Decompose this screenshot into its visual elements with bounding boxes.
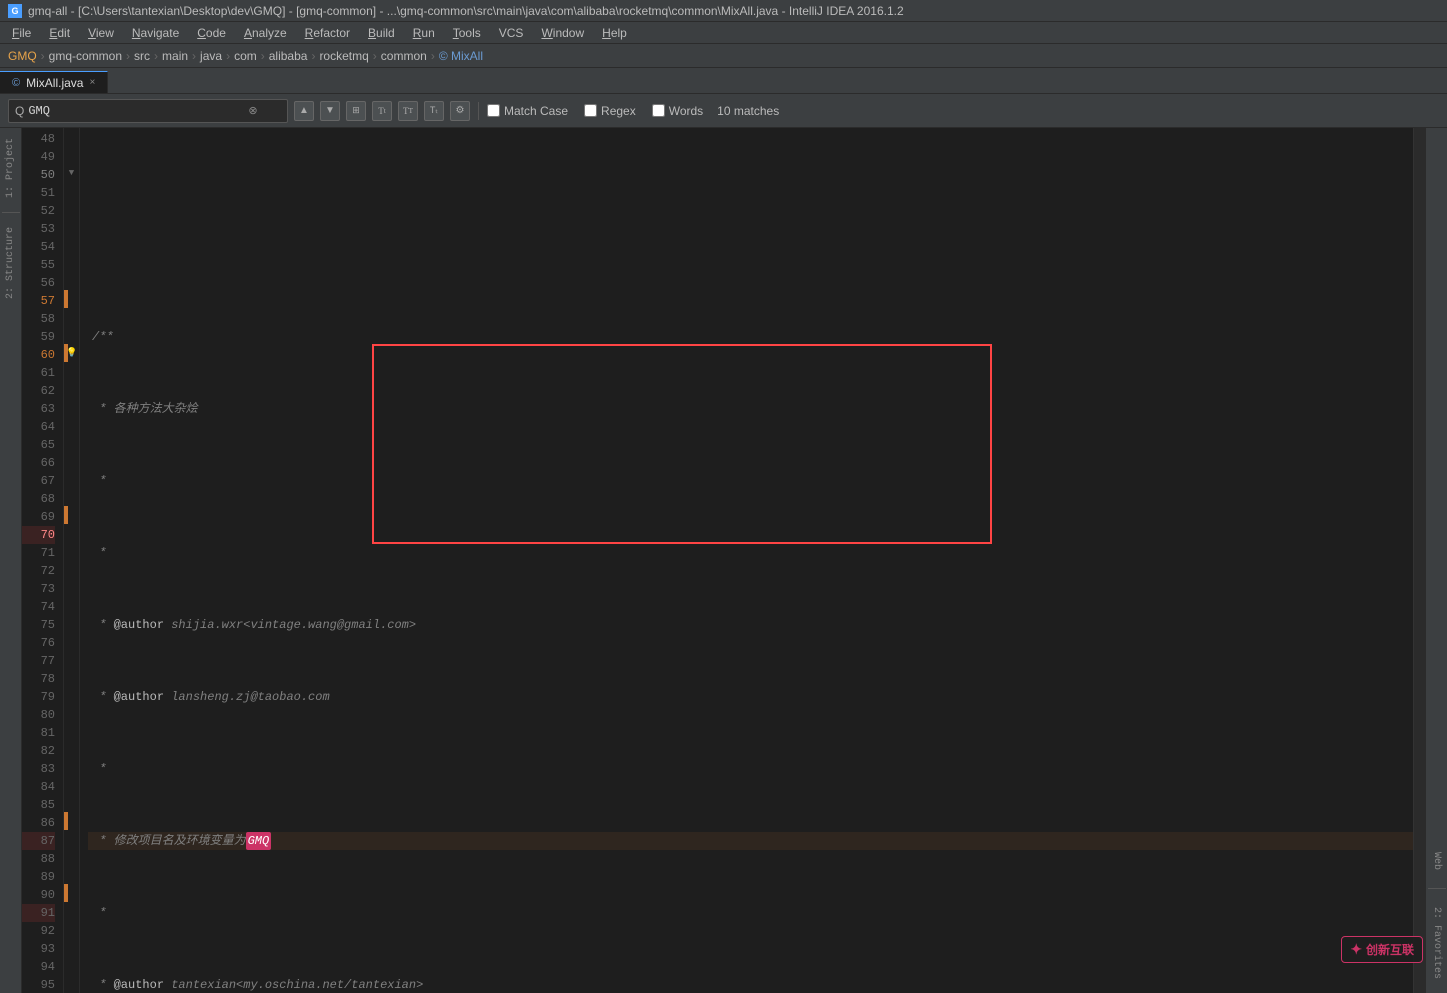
sidebar-favorites-label[interactable]: 2: Favorites (1431, 901, 1442, 985)
title-text: gmq-all - [C:\Users\tantexian\Desktop\de… (28, 4, 904, 18)
search-settings-button[interactable]: ⚙ (450, 101, 470, 121)
menu-run[interactable]: Run (405, 24, 443, 42)
line-52: * (88, 472, 1413, 490)
breadcrumb-bar: GMQ › gmq-common › src › main › java › c… (0, 44, 1447, 68)
search-filter1-button[interactable]: ⊞ (346, 101, 366, 121)
menu-help[interactable]: Help (594, 24, 635, 42)
main-area: 1: Project 2: Structure 48 49 50 51 52 5… (0, 128, 1447, 993)
breadcrumb-common[interactable]: common (381, 49, 427, 63)
search-filter2-button[interactable]: Tt (372, 101, 392, 121)
menu-navigate[interactable]: Navigate (124, 24, 187, 42)
menu-refactor[interactable]: Refactor (297, 24, 358, 42)
menu-build[interactable]: Build (360, 24, 403, 42)
line-50: /** (88, 328, 1413, 346)
menu-bar: File Edit View Navigate Code Analyze Ref… (0, 22, 1447, 44)
sidebar-structure-label[interactable]: 2: Structure (5, 221, 16, 305)
breadcrumb-alibaba[interactable]: alibaba (269, 49, 308, 63)
line-58: * (88, 904, 1413, 922)
tab-close-icon[interactable]: × (89, 77, 95, 88)
words-option[interactable]: Words (652, 104, 703, 118)
tab-mixall[interactable]: © MixAll.java × (0, 71, 108, 93)
breadcrumb-java[interactable]: java (200, 49, 222, 63)
tab-mixall-label: MixAll.java (26, 76, 83, 90)
logo: ✦ 创新互联 (1341, 936, 1423, 963)
line-53: * (88, 544, 1413, 562)
breadcrumb-mixall[interactable]: © MixAll (439, 49, 483, 63)
search-input[interactable] (28, 104, 248, 118)
words-checkbox[interactable] (652, 104, 665, 117)
breadcrumb-rocketmq[interactable]: rocketmq (319, 49, 368, 63)
app-icon: G (8, 4, 22, 18)
logo-icon: ✦ (1350, 941, 1362, 957)
breadcrumb-com[interactable]: com (234, 49, 257, 63)
search-input-wrapper[interactable]: Q ⊗ (8, 99, 288, 123)
menu-file[interactable]: File (4, 24, 39, 42)
menu-window[interactable]: Window (533, 24, 592, 42)
menu-vcs[interactable]: VCS (491, 24, 532, 42)
line-numbers: 48 49 50 51 52 53 54 55 56 57 58 59 60 6… (22, 128, 64, 993)
breadcrumb-gmq[interactable]: GMQ (8, 49, 37, 63)
title-bar: G gmq-all - [C:\Users\tantexian\Desktop\… (0, 0, 1447, 22)
line-57: * 修改项目名及环境变量为GMQ (88, 832, 1413, 850)
search-bar: Q ⊗ ▲ ▼ ⊞ Tt TT Tₜ ⚙ Match Case Regex Wo… (0, 94, 1447, 128)
search-divider (478, 102, 479, 120)
line-49 (88, 256, 1413, 274)
match-case-checkbox[interactable] (487, 104, 500, 117)
search-next-button[interactable]: ▼ (320, 101, 340, 121)
sidebar-web-label[interactable]: Web (1431, 846, 1442, 876)
search-prev-button[interactable]: ▲ (294, 101, 314, 121)
editor[interactable]: 48 49 50 51 52 53 54 55 56 57 58 59 60 6… (22, 128, 1425, 993)
regex-option[interactable]: Regex (584, 104, 636, 118)
logo-text: 创新互联 (1366, 943, 1414, 957)
sidebar-divider2 (1428, 888, 1446, 889)
line-54: * @author shijia.wxr<vintage.wang@gmail.… (88, 616, 1413, 634)
menu-tools[interactable]: Tools (445, 24, 489, 42)
menu-analyze[interactable]: Analyze (236, 24, 295, 42)
right-sidebar-panel: Web 2: Favorites (1425, 128, 1447, 993)
breadcrumb-gmq-common[interactable]: gmq-common (49, 49, 122, 63)
left-sidebar: 1: Project 2: Structure (0, 128, 22, 993)
sidebar-divider1 (2, 212, 20, 213)
search-icon: Q (15, 104, 24, 118)
line-48 (88, 184, 1413, 202)
menu-view[interactable]: View (80, 24, 122, 42)
breadcrumb-main[interactable]: main (162, 49, 188, 63)
words-label: Words (669, 104, 703, 118)
match-case-option[interactable]: Match Case (487, 104, 568, 118)
search-matches: 10 matches (717, 104, 779, 118)
code-editor[interactable]: /** * 各种方法大杂烩 * * * @author shijia.wxr<v… (80, 128, 1413, 993)
line-51: * 各种方法大杂烩 (88, 400, 1413, 418)
tab-bar: © MixAll.java × (0, 68, 1447, 94)
menu-code[interactable]: Code (189, 24, 234, 42)
line-55: * @author lansheng.zj@taobao.com (88, 688, 1413, 706)
regex-label: Regex (601, 104, 636, 118)
search-filter3-button[interactable]: TT (398, 101, 418, 121)
regex-checkbox[interactable] (584, 104, 597, 117)
search-clear-icon[interactable]: ⊗ (248, 104, 257, 117)
gutter: ▼ 💡 (64, 128, 80, 993)
search-filter4-button[interactable]: Tₜ (424, 101, 444, 121)
line-56: * (88, 760, 1413, 778)
breadcrumb-src[interactable]: src (134, 49, 150, 63)
line-59: * @author tantexian<my.oschina.net/tante… (88, 976, 1413, 993)
right-scrollbar[interactable] (1413, 128, 1425, 993)
match-case-label: Match Case (504, 104, 568, 118)
sidebar-project-label[interactable]: 1: Project (5, 132, 16, 204)
menu-edit[interactable]: Edit (41, 24, 78, 42)
